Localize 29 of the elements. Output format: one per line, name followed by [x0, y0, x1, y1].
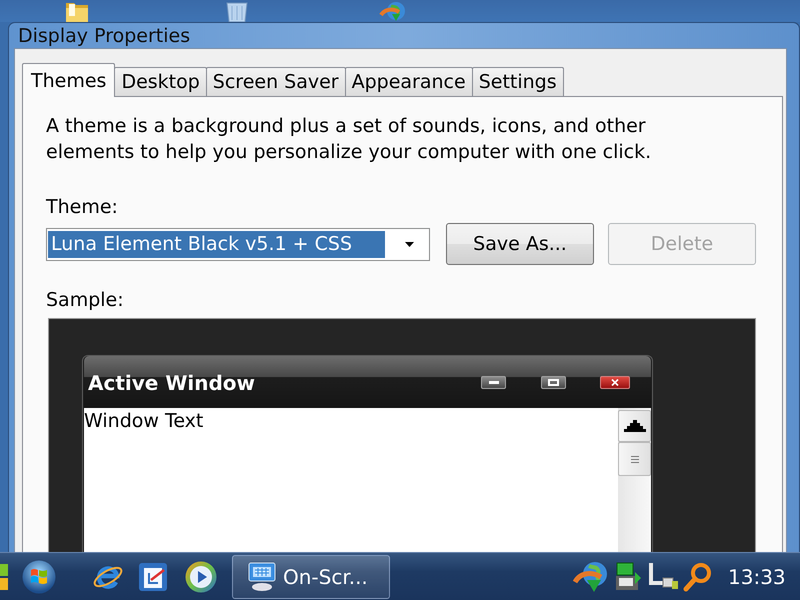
sample-label: Sample:: [46, 288, 124, 313]
up-arrow-icon: [624, 420, 646, 432]
sample-window-text: Window Text: [84, 409, 204, 434]
tab[interactable]: Themes: [22, 63, 116, 97]
tab[interactable]: Desktop: [114, 67, 207, 96]
description-text: A theme is a background plus a set of sounds, icons, and other elements to help you personalize your computer with one click.: [46, 114, 652, 165]
clock[interactable]: 13:33: [728, 564, 786, 588]
window-title: Display Properties: [18, 24, 190, 46]
minimize-icon: [488, 380, 498, 384]
play-icon[interactable]: [185, 560, 217, 592]
maximize-icon: [548, 378, 559, 386]
taskbar-button[interactable]: On-Scr...: [232, 554, 390, 598]
tab[interactable]: Settings: [472, 67, 564, 96]
tab[interactable]: Screen Saver: [206, 67, 346, 96]
save-as-button[interactable]: Save As...: [446, 223, 594, 265]
monitor-keyboard-icon: [247, 562, 277, 592]
tab[interactable]: Appearance: [344, 67, 473, 96]
search-icon[interactable]: [683, 562, 713, 592]
theme-label: Theme:: [46, 195, 118, 220]
theme-select[interactable]: Luna Element Black v5.1 + CSS: [46, 228, 430, 260]
recycle-bin-icon[interactable]: [225, 1, 249, 22]
grip-icon: [630, 456, 638, 462]
caret-icon: [405, 242, 414, 246]
folder-icon[interactable]: [65, 1, 89, 22]
network-icon[interactable]: [613, 562, 641, 592]
sample-window-title: Active Window: [88, 371, 256, 395]
tile-icon[interactable]: [0, 564, 8, 590]
close-icon: [611, 378, 619, 386]
start-button[interactable]: [22, 560, 56, 594]
